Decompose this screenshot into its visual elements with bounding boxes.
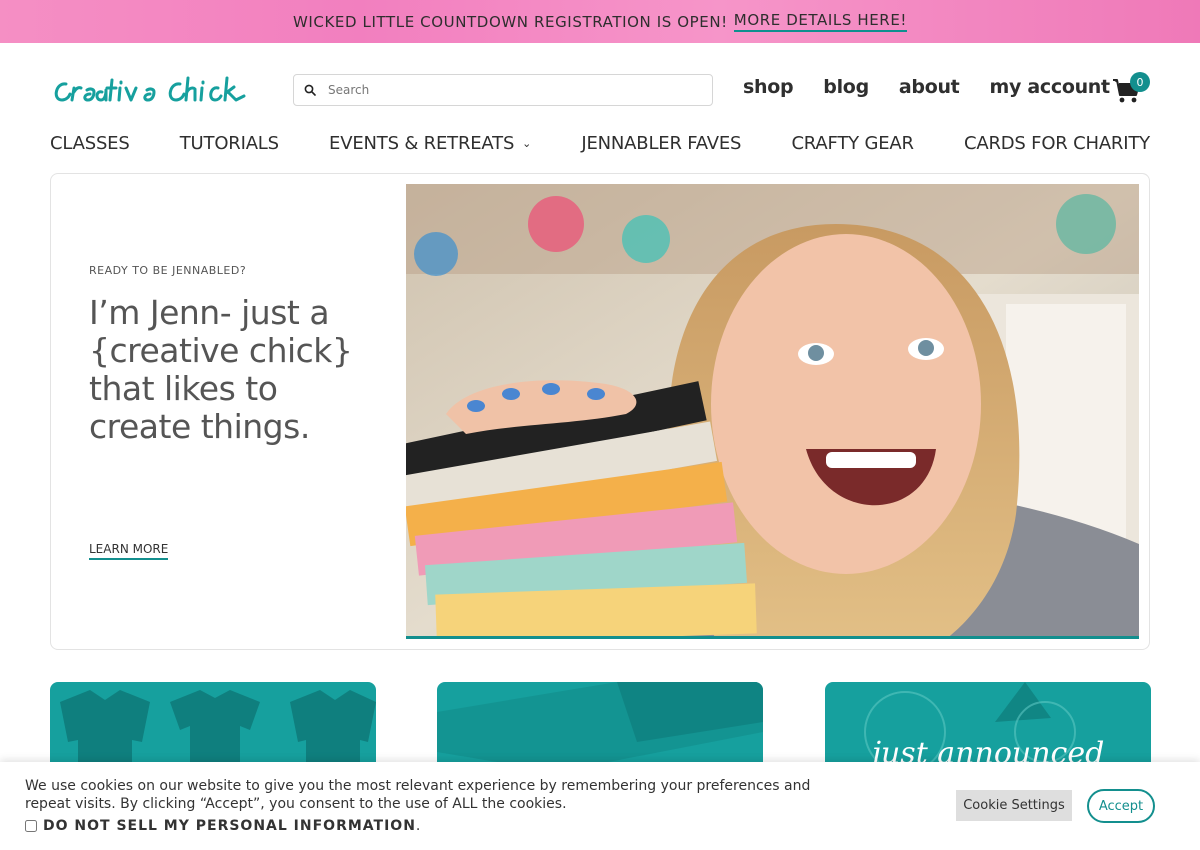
site-logo[interactable] — [50, 72, 246, 108]
nav-blog[interactable]: blog — [823, 76, 869, 98]
cookie-settings-button[interactable]: Cookie Settings — [956, 790, 1072, 821]
nav-classes-label: CLASSES — [50, 133, 130, 154]
cookie-consent-bar: We use cookies on our website to give yo… — [0, 762, 1200, 850]
announcement-banner: WICKED LITTLE COUNTDOWN REGISTRATION IS … — [0, 0, 1200, 43]
nav-about[interactable]: about — [899, 76, 960, 98]
banner-link[interactable]: MORE DETAILS HERE! — [733, 11, 908, 32]
do-not-sell-checkbox[interactable] — [25, 820, 37, 832]
cart-button[interactable]: 0 — [1112, 72, 1152, 106]
nav-classes[interactable]: CLASSES — [50, 133, 130, 154]
nav-events-label: EVENTS & RETREATS — [329, 133, 515, 154]
hero-photo — [406, 184, 1139, 639]
nav-charity-label: CARDS FOR CHARITY — [963, 133, 1150, 154]
nav-crafty-gear[interactable]: CRAFTY GEAR — [791, 133, 914, 154]
nav-shop[interactable]: shop — [743, 76, 794, 98]
hero-photo-illustration — [406, 184, 1139, 636]
nav-tutorials[interactable]: TUTORIALS — [180, 133, 279, 154]
accept-cookies-button[interactable]: Accept — [1087, 789, 1155, 823]
nav-faves-label: JENNABLER FAVES — [581, 133, 742, 154]
banner-text: WICKED LITTLE COUNTDOWN REGISTRATION IS … — [292, 12, 728, 31]
do-not-sell-label: DO NOT SELL MY PERSONAL INFORMATION — [43, 818, 416, 834]
hero-eyebrow: READY TO BE JENNABLED? — [89, 264, 247, 277]
cart-count-badge: 0 — [1130, 72, 1150, 92]
nav-gear-label: CRAFTY GEAR — [791, 133, 914, 154]
top-nav: shop blog about my account — [743, 76, 1140, 98]
search-input[interactable] — [328, 83, 698, 97]
do-not-sell-option[interactable]: DO NOT SELL MY PERSONAL INFORMATION. — [25, 818, 421, 834]
learn-more-link[interactable]: LEARN MORE — [89, 542, 169, 560]
nav-tutorials-label: TUTORIALS — [179, 133, 279, 154]
nav-jennabler-faves[interactable]: JENNABLER FAVES — [581, 133, 741, 154]
main-nav: CLASSES TUTORIALS EVENTS & RETREATS ⌄ JEN… — [50, 133, 1150, 154]
nav-cards-for-charity[interactable]: CARDS FOR CHARITY — [964, 133, 1150, 154]
nav-my-account[interactable]: my account — [989, 76, 1110, 98]
search-icon — [304, 84, 316, 96]
hero-headline: I’m Jenn- just a {creative chick} that l… — [89, 293, 353, 446]
cookie-message: We use cookies on our website to give yo… — [25, 778, 811, 812]
hero-section: READY TO BE JENNABLED? I’m Jenn- just a … — [50, 173, 1150, 650]
nav-events-retreats[interactable]: EVENTS & RETREATS ⌄ — [329, 133, 531, 154]
logo-script-image — [54, 76, 246, 102]
search-box[interactable] — [293, 74, 713, 106]
do-not-sell-period: . — [415, 818, 422, 834]
chevron-down-icon: ⌄ — [522, 137, 532, 150]
